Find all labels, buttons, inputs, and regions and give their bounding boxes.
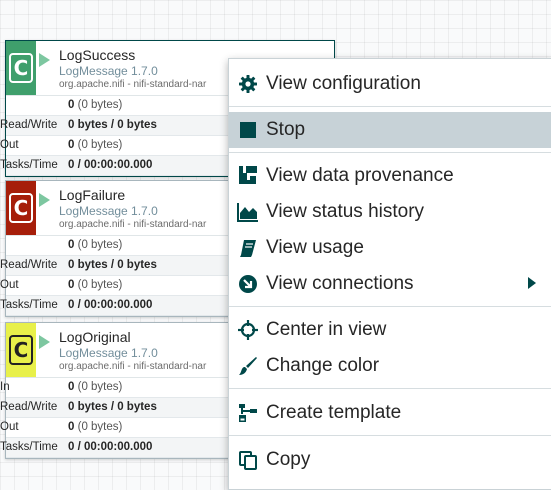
gear-icon (237, 73, 259, 95)
stat-value: 0 bytes / 0 bytes (68, 401, 157, 413)
processor-type: LogMessage 1.7.0 (59, 204, 158, 218)
menu-divider (229, 306, 551, 307)
stat-value: 0 (0 bytes) (68, 239, 123, 251)
copy-icon (237, 449, 259, 471)
connections-icon (237, 273, 259, 295)
running-icon (39, 53, 50, 67)
stat-label: In (0, 381, 10, 393)
running-icon (39, 193, 50, 207)
processor-icon: C (6, 181, 36, 235)
provenance-icon (237, 165, 259, 187)
stat-label: Out (0, 421, 19, 433)
stat-label: Tasks/Time (0, 299, 58, 311)
processor-icon: C (6, 41, 36, 95)
menu-divider (229, 388, 551, 389)
stat-value: 0 / 00:00:00.000 (68, 159, 153, 171)
menu-item-copy[interactable]: Copy (229, 442, 551, 478)
paintbrush-icon (237, 355, 259, 377)
menu-divider (229, 106, 551, 107)
stat-label: Tasks/Time (0, 441, 58, 453)
menu-item-view-usage[interactable]: View usage (229, 230, 551, 266)
processor-bundle: org.apache.nifi - nifi-standard-nar (59, 79, 207, 90)
menu-item-label: Create template (266, 402, 402, 423)
stat-label: Out (0, 139, 19, 151)
menu-item-label: Change color (266, 355, 380, 376)
processor-name: LogFailure (59, 187, 126, 203)
menu-item-create-template[interactable]: Create template (229, 395, 551, 431)
menu-item-view-configuration[interactable]: View configuration (229, 66, 551, 102)
menu-item-label: Center in view (266, 319, 387, 340)
stat-value: 0 (0 bytes) (68, 99, 123, 111)
template-icon (237, 402, 259, 424)
stat-value: 0 (0 bytes) (68, 421, 123, 433)
menu-item-label: View connections (266, 273, 414, 294)
menu-item-view-connections[interactable]: View connections (229, 266, 551, 302)
stat-label: Read/Write (0, 259, 58, 271)
running-icon (39, 335, 50, 349)
processor-type: LogMessage 1.7.0 (59, 64, 158, 78)
processor-bundle: org.apache.nifi - nifi-standard-nar (59, 361, 207, 372)
menu-item-label: View status history (266, 201, 425, 222)
menu-divider (229, 152, 551, 153)
stat-label: Read/Write (0, 119, 58, 131)
stat-label: Tasks/Time (0, 159, 58, 171)
menu-item-label: View configuration (266, 73, 421, 94)
menu-item-stop[interactable]: Stop (229, 112, 551, 148)
menu-item-view-status-history[interactable]: View status history (229, 194, 551, 230)
stat-value: 0 bytes / 0 bytes (68, 259, 157, 271)
processor-name: LogOriginal (59, 329, 131, 345)
menu-item-label: View data provenance (266, 165, 454, 186)
menu-item-label: Copy (266, 449, 311, 470)
processor-name: LogSuccess (59, 47, 136, 63)
submenu-arrow-icon (528, 277, 536, 289)
stat-value: 0 (0 bytes) (68, 139, 123, 151)
stat-value: 0 (0 bytes) (68, 381, 123, 393)
stop-icon (237, 119, 259, 141)
menu-item-label: View usage (266, 237, 364, 258)
menu-item-label: Stop (266, 119, 306, 140)
stat-label: Out (0, 279, 19, 291)
stat-value: 0 / 00:00:00.000 (68, 299, 153, 311)
stat-label: Read/Write (0, 401, 58, 413)
book-icon (237, 237, 259, 259)
processor-bundle: org.apache.nifi - nifi-standard-nar (59, 219, 207, 230)
menu-item-change-color[interactable]: Change color (229, 348, 551, 384)
context-menu: View configuration Stop View data proven… (228, 58, 551, 490)
stat-value: 0 (0 bytes) (68, 279, 123, 291)
processor-type: LogMessage 1.7.0 (59, 346, 158, 360)
stat-value: 0 bytes / 0 bytes (68, 119, 157, 131)
area-chart-icon (237, 201, 259, 223)
menu-item-view-data-provenance[interactable]: View data provenance (229, 158, 551, 194)
processor-icon: C (6, 323, 36, 377)
menu-divider (229, 435, 551, 436)
stat-value: 0 / 00:00:00.000 (68, 441, 153, 453)
menu-item-center-in-view[interactable]: Center in view (229, 312, 551, 348)
crosshairs-icon (237, 319, 259, 341)
